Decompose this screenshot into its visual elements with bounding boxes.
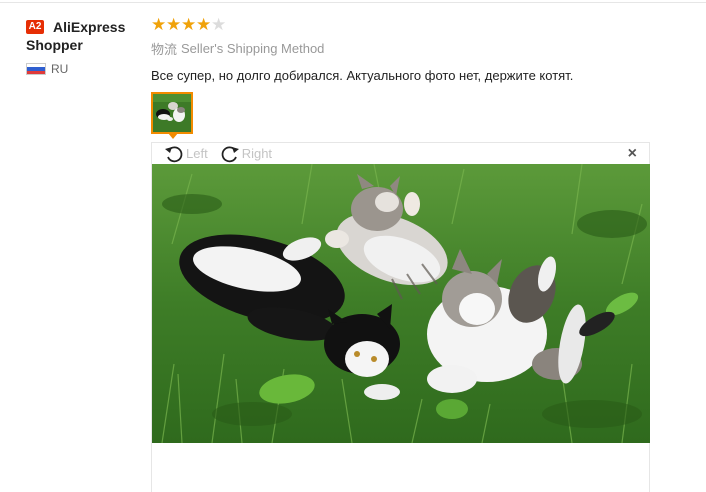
buyer-name: AliExpress bbox=[53, 19, 126, 35]
flag-stripe-red bbox=[27, 70, 45, 74]
star-rating: ★ ★ ★ ★ ★ bbox=[151, 16, 651, 34]
thumbnail-image[interactable] bbox=[151, 92, 193, 134]
rotate-right-button[interactable]: Right bbox=[220, 144, 272, 164]
shipping-method: Seller's Shipping Method bbox=[181, 41, 325, 56]
review-photo-thumbnail[interactable] bbox=[151, 92, 193, 139]
photo-viewer: Left Right × bbox=[151, 142, 650, 492]
star-filled-icon: ★ bbox=[166, 15, 182, 34]
shipping-info: 物流 Seller's Shipping Method bbox=[151, 39, 651, 58]
rotate-right-label: Right bbox=[241, 146, 273, 161]
star-filled-icon: ★ bbox=[181, 15, 197, 34]
star-filled-icon: ★ bbox=[151, 15, 167, 34]
top-divider bbox=[0, 2, 706, 3]
close-viewer-button[interactable]: × bbox=[628, 145, 637, 163]
viewer-toolbar: Left Right × bbox=[152, 143, 649, 164]
buyer-info: A2 AliExpress Shopper RU bbox=[26, 18, 141, 76]
thumbnail-active-indicator bbox=[168, 133, 178, 139]
rotate-left-icon bbox=[165, 145, 183, 162]
buyer-name-row: A2 AliExpress bbox=[26, 18, 141, 36]
russia-flag-icon bbox=[26, 63, 46, 75]
rotate-left-button[interactable]: Left bbox=[164, 144, 208, 164]
star-filled-icon: ★ bbox=[196, 15, 212, 34]
rotate-left-label: Left bbox=[186, 146, 208, 161]
review-text: Все супер, но долго добирался. Актуально… bbox=[151, 68, 574, 83]
rotate-right-icon bbox=[221, 145, 239, 162]
kittens-photo-image bbox=[152, 164, 650, 443]
buyer-country: RU bbox=[26, 62, 141, 76]
country-code: RU bbox=[51, 62, 69, 76]
logistics-label: 物流 bbox=[151, 42, 178, 57]
star-empty-icon: ★ bbox=[211, 15, 227, 34]
review-photo bbox=[152, 164, 650, 443]
review-content: ★ ★ ★ ★ ★ 物流 Seller's Shipping Method Все су… bbox=[151, 16, 651, 85]
thumbnail-kittens-image bbox=[153, 94, 191, 132]
buyer-level-badge: A2 bbox=[26, 20, 44, 34]
buyer-name-second-line: Shopper bbox=[26, 37, 83, 53]
